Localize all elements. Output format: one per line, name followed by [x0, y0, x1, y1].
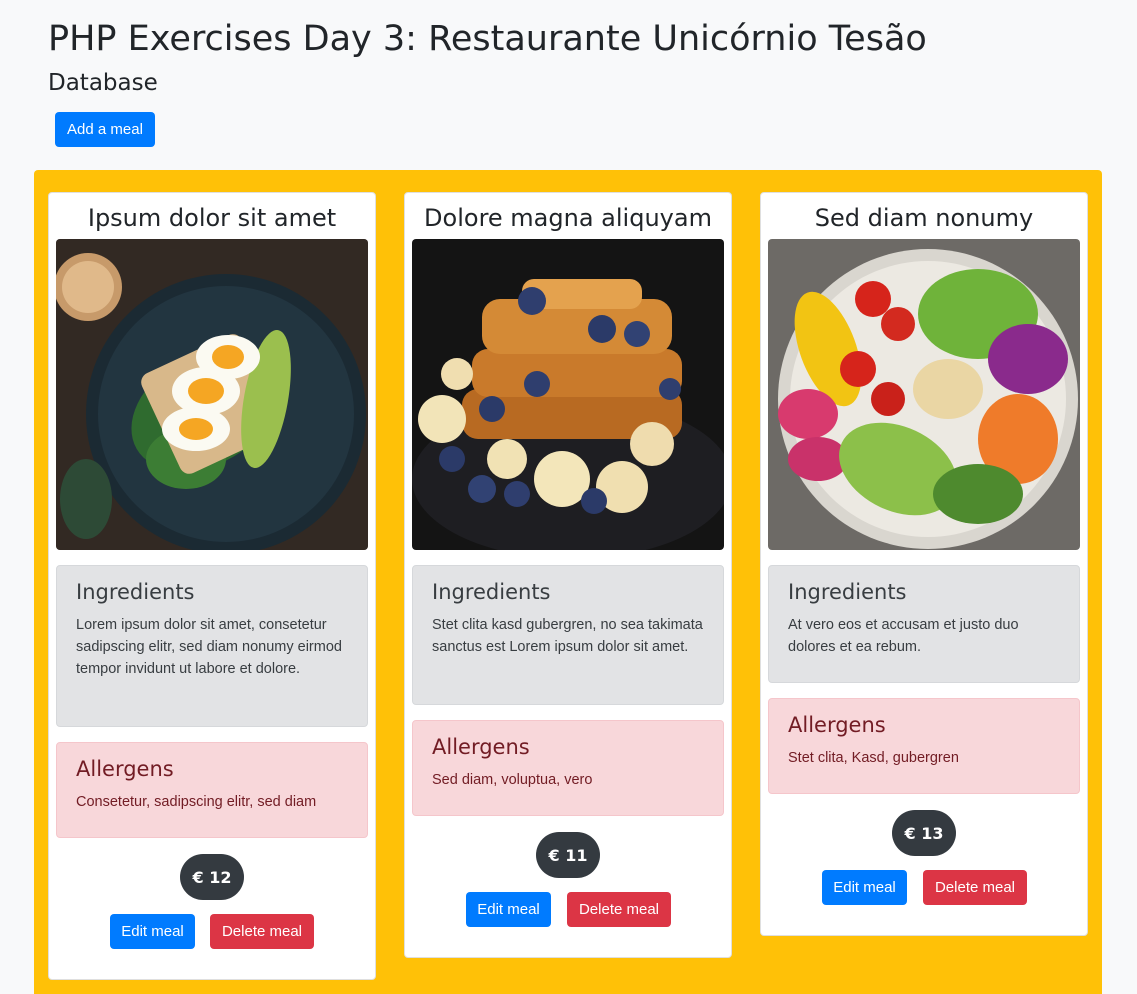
meal-card: Dolore magna aliquyam Ingredients Stet c… [404, 192, 732, 958]
ingredients-box: Ingredients Lorem ipsum dolor sit amet, … [56, 565, 368, 727]
meal-image [56, 239, 368, 550]
page-subtitle: Database [48, 70, 158, 96]
allergens-box: Allergens Consetetur, sadipscing elitr, … [56, 742, 368, 838]
meal-title: Ipsum dolor sit amet [87, 204, 337, 232]
delete-meal-button[interactable]: Delete meal [567, 892, 671, 927]
price-badge: € 13 [892, 810, 956, 856]
allergens-text: Stet clita, Kasd, gubergren [788, 750, 959, 766]
edit-meal-button[interactable]: Edit meal [110, 914, 195, 949]
price-badge: € 12 [180, 854, 244, 900]
price-badge: € 11 [536, 832, 600, 878]
edit-meal-button[interactable]: Edit meal [822, 870, 907, 905]
allergens-heading: Allergens [76, 757, 174, 781]
add-meal-button[interactable]: Add a meal [55, 112, 155, 147]
salad-bowl-photo [768, 239, 1080, 550]
delete-meal-button[interactable]: Delete meal [923, 870, 1027, 905]
allergens-heading: Allergens [432, 735, 530, 759]
meal-image [768, 239, 1080, 550]
ingredients-heading: Ingredients [76, 580, 195, 604]
meal-title: Sed diam nonumy [814, 204, 1034, 232]
ingredients-text: Stet clita kasd gubergren, no sea takima… [432, 617, 703, 655]
page-title: PHP Exercises Day 3: Restaurante Unicórn… [48, 19, 927, 59]
egg-avocado-toast-photo [56, 239, 368, 550]
allergens-box: Allergens Sed diam, voluptua, vero [412, 720, 724, 816]
meal-card: Ipsum dolor sit amet Ingredients Lorem i… [48, 192, 376, 980]
ingredients-text: Lorem ipsum dolor sit amet, consetetur s… [76, 617, 342, 677]
meal-title: Dolore magna aliquyam [424, 204, 712, 232]
ingredients-box: Ingredients Stet clita kasd gubergren, n… [412, 565, 724, 705]
ingredients-heading: Ingredients [432, 580, 551, 604]
ingredients-box: Ingredients At vero eos et accusam et ju… [768, 565, 1080, 683]
ingredients-heading: Ingredients [788, 580, 907, 604]
meal-card: Sed diam nonumy Ingredients At vero eos … [760, 192, 1088, 936]
ingredients-text: At vero eos et accusam et justo duo dolo… [788, 617, 1019, 655]
delete-meal-button[interactable]: Delete meal [210, 914, 314, 949]
allergens-text: Consetetur, sadipscing elitr, sed diam [76, 794, 317, 810]
meal-image [412, 239, 724, 550]
allergens-box: Allergens Stet clita, Kasd, gubergren [768, 698, 1080, 794]
allergens-text: Sed diam, voluptua, vero [432, 772, 593, 788]
allergens-heading: Allergens [788, 713, 886, 737]
edit-meal-button[interactable]: Edit meal [466, 892, 551, 927]
french-toast-blueberries-photo [412, 239, 724, 550]
